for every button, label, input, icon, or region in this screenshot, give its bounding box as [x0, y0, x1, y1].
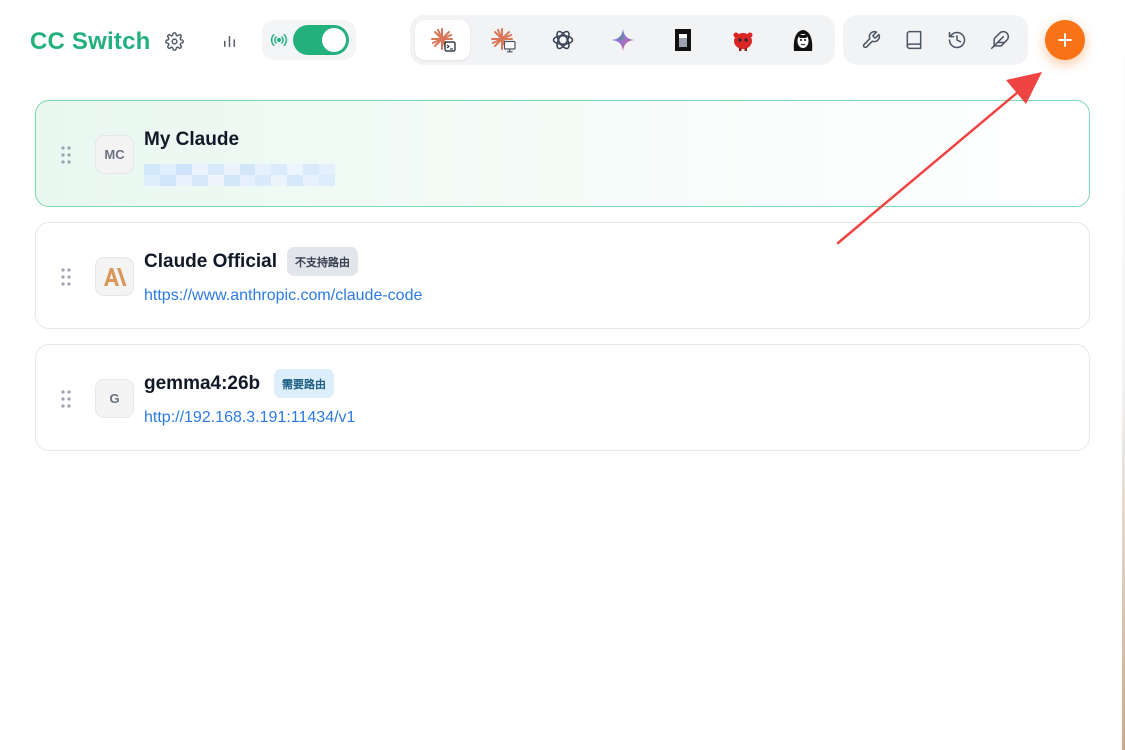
tab-opencode[interactable] — [655, 20, 710, 60]
proxy-control — [262, 20, 356, 60]
claude-desktop-icon — [490, 28, 516, 53]
tab-claude-desktop[interactable] — [475, 20, 530, 60]
drag-handle-icon[interactable] — [60, 267, 72, 287]
gear-icon — [164, 31, 184, 51]
history-button[interactable] — [938, 21, 976, 59]
provider-name: gemma4:26b — [144, 373, 261, 394]
proxy-toggle[interactable] — [293, 25, 349, 55]
app-title: CC Switch — [30, 28, 151, 55]
provider-card-claude-official[interactable]: Claude Official 不支持路由 https://www.anthro… — [35, 222, 1090, 329]
character-icon — [793, 30, 812, 51]
drag-handle-icon[interactable] — [60, 389, 72, 409]
history-icon — [948, 31, 966, 49]
provider-avatar — [95, 257, 134, 296]
book-icon — [906, 30, 922, 50]
tab-mascot[interactable] — [715, 20, 770, 60]
wrench-icon — [862, 30, 880, 49]
tab-gemini[interactable] — [595, 20, 650, 60]
settings-button[interactable] — [159, 26, 189, 56]
app-switcher — [410, 15, 835, 65]
tab-openai[interactable] — [535, 20, 590, 60]
tools-button[interactable] — [852, 21, 890, 59]
plus-icon — [1058, 33, 1072, 47]
claude-terminal-icon — [430, 28, 456, 52]
broadcast-icon — [270, 34, 288, 46]
tools-group — [843, 15, 1028, 65]
prompts-button[interactable] — [895, 21, 933, 59]
routing-badge: 不支持路由 — [287, 247, 358, 276]
feather-icon — [991, 30, 1010, 50]
toggle-knob — [322, 28, 346, 52]
routing-badge: 需要路由 — [274, 369, 334, 398]
provider-url-link[interactable]: https://www.anthropic.com/claude-code — [144, 287, 422, 305]
gemini-icon — [611, 29, 634, 51]
skills-button[interactable] — [981, 21, 1019, 59]
openai-icon — [552, 30, 573, 50]
provider-avatar: G — [95, 379, 134, 418]
provider-card-my-claude[interactable]: MC My Claude — [35, 100, 1090, 207]
provider-name: My Claude — [144, 129, 240, 150]
provider-card-gemma[interactable]: G gemma4:26b 需要路由 http://192.168.3.191:1… — [35, 344, 1090, 451]
tab-claude-code[interactable] — [415, 20, 470, 60]
provider-avatar: MC — [95, 135, 134, 174]
anthropic-logo-icon — [103, 267, 126, 286]
add-provider-button[interactable] — [1045, 20, 1085, 60]
drag-handle-icon[interactable] — [60, 145, 72, 165]
bar-chart-icon — [223, 35, 235, 47]
stats-button[interactable] — [214, 26, 244, 56]
provider-url-link[interactable]: http://192.168.3.191:11434/v1 — [144, 409, 355, 427]
redacted-url — [144, 164, 335, 186]
tab-character[interactable] — [775, 20, 830, 60]
provider-name: Claude Official — [144, 251, 278, 272]
opencode-icon — [674, 29, 691, 51]
red-mascot-icon — [733, 32, 752, 51]
